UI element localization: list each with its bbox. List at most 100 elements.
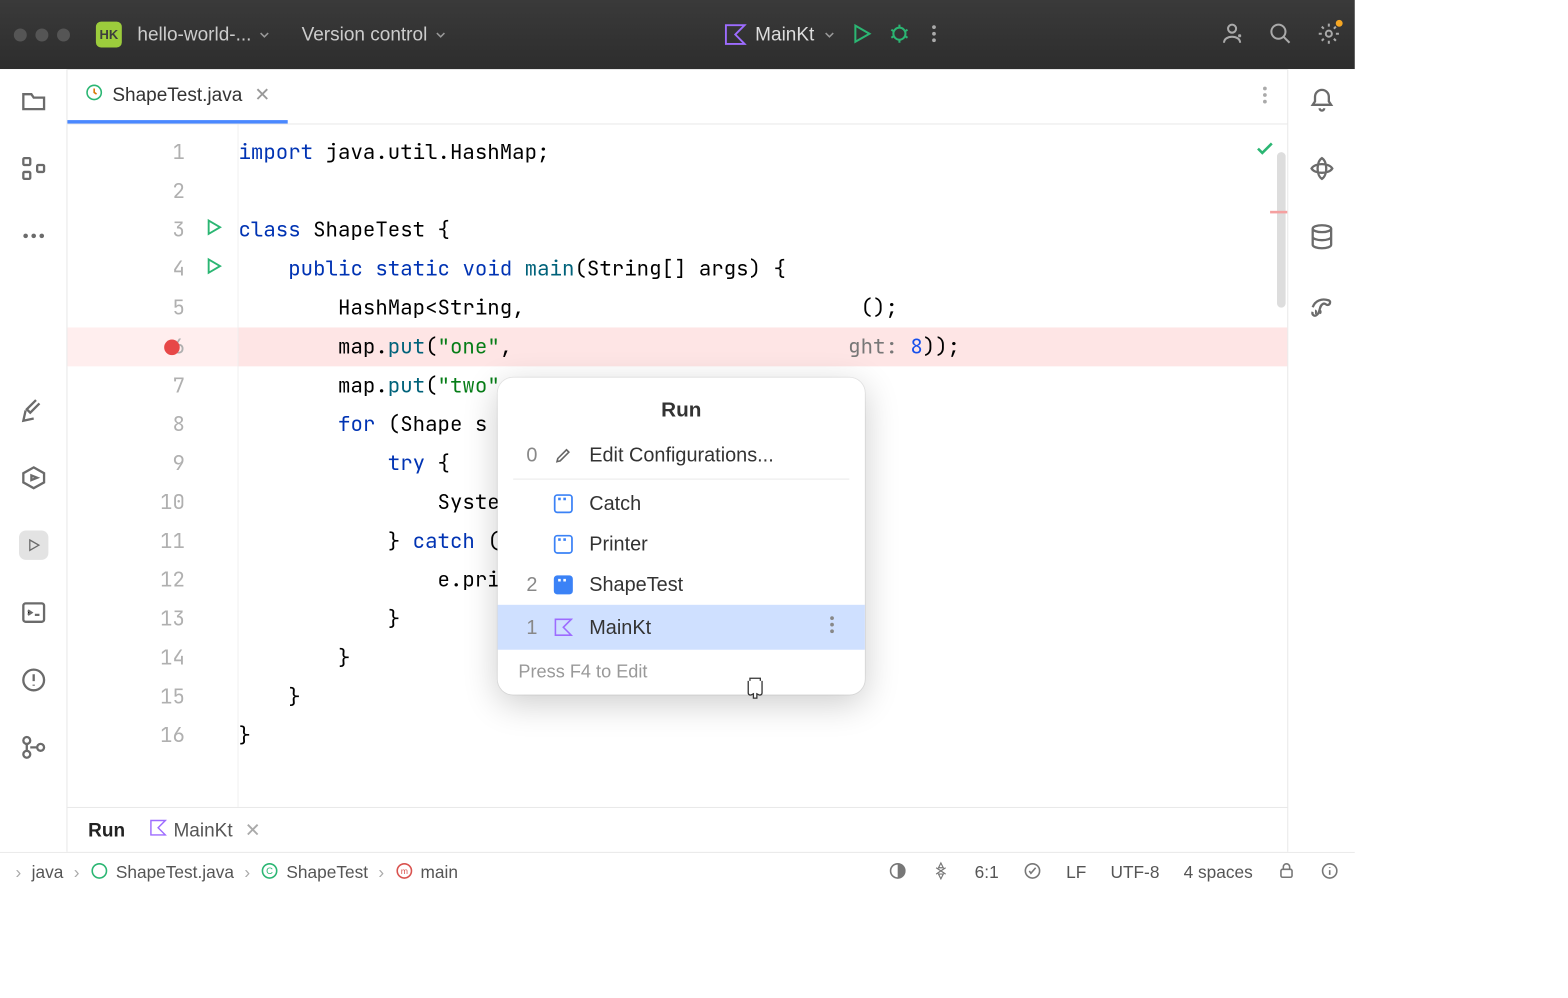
test-file-icon: [90, 861, 109, 885]
code-token: ght:: [848, 334, 910, 361]
debug-button[interactable]: [887, 21, 911, 48]
code-token: }: [288, 683, 300, 710]
code-token: HashMap<String,: [338, 295, 525, 322]
run-config-label: MainKt: [755, 23, 814, 45]
services-tool-icon[interactable]: [19, 463, 48, 492]
code-token: (String[] args) {: [574, 256, 786, 283]
code-token: }: [238, 722, 250, 749]
ai-assistant-icon[interactable]: [1308, 155, 1336, 185]
line-number: 3: [172, 211, 184, 250]
chevron-right-icon: ›: [74, 863, 80, 883]
code-token: (: [425, 334, 437, 361]
breadcrumb-item[interactable]: ShapeTest.java: [90, 861, 234, 885]
kotlin-icon: [149, 819, 166, 841]
project-tool-icon[interactable]: [19, 86, 48, 115]
settings-icon[interactable]: [1317, 21, 1341, 48]
theme-icon[interactable]: [888, 861, 907, 885]
run-config-dropdown[interactable]: MainKt: [724, 23, 835, 45]
popup-item-edit-configs[interactable]: 0 Edit Configurations...: [498, 435, 865, 476]
application-icon: [554, 534, 573, 553]
chevron-down-icon: [823, 23, 835, 45]
caret-position[interactable]: 6:1: [975, 863, 999, 883]
crumb-label: main: [420, 863, 457, 883]
indent-setting[interactable]: 4 spaces: [1184, 863, 1253, 883]
line-number: 11: [160, 522, 185, 561]
maximize-window-icon[interactable]: [57, 28, 70, 41]
popup-item-mainkt[interactable]: 1 MainKt: [498, 605, 865, 650]
code-token: catch: [413, 528, 475, 555]
popup-item-shapetest[interactable]: 2 ShapeTest: [498, 564, 865, 605]
indexing-icon[interactable]: [931, 861, 950, 885]
gradle-icon[interactable]: [1308, 291, 1336, 321]
code-with-me-icon[interactable]: [1220, 21, 1244, 48]
code-token: ();: [861, 295, 898, 322]
tab-options-icon[interactable]: [1256, 84, 1273, 109]
popup-item-label: Printer: [589, 532, 648, 555]
minimize-window-icon[interactable]: [35, 28, 48, 41]
terminal-tool-icon[interactable]: [19, 598, 48, 627]
line-number: 15: [160, 677, 185, 716]
crumb-label: ShapeTest.java: [116, 863, 234, 883]
popup-item-label: MainKt: [589, 616, 651, 639]
info-icon[interactable]: [1320, 861, 1339, 885]
code-token: }: [388, 606, 400, 633]
popup-item-catch[interactable]: Catch: [498, 483, 865, 524]
build-tool-icon[interactable]: [19, 396, 48, 425]
run-tool-icon[interactable]: [19, 530, 48, 559]
breadcrumb-item[interactable]: m main: [395, 861, 458, 885]
line-number: 6: [172, 327, 184, 366]
breadcrumb-item[interactable]: java: [32, 863, 64, 883]
project-badge-icon: HK: [96, 22, 122, 48]
more-tools-icon[interactable]: [19, 221, 48, 250]
close-icon[interactable]: ✕: [245, 819, 261, 841]
close-window-icon[interactable]: [14, 28, 27, 41]
scrollbar[interactable]: [1277, 152, 1286, 308]
code-token: ,: [500, 334, 512, 361]
run-tool-label[interactable]: Run: [88, 819, 125, 841]
run-tool-window-tab-bar: Run MainKt ✕: [67, 807, 1287, 852]
run-gutter-icon[interactable]: [204, 211, 223, 250]
more-actions-icon[interactable]: [925, 22, 942, 47]
popup-item-printer[interactable]: Printer: [498, 524, 865, 565]
file-encoding[interactable]: UTF-8: [1110, 863, 1159, 883]
window-controls[interactable]: [14, 28, 70, 41]
structure-tool-icon[interactable]: [19, 154, 48, 183]
inspection-ok-icon[interactable]: [1255, 138, 1276, 166]
code-token: try: [388, 450, 425, 477]
line-number: 2: [172, 172, 184, 211]
close-tab-icon[interactable]: ✕: [254, 83, 270, 105]
svg-text:C: C: [267, 866, 274, 877]
notifications-icon[interactable]: [1308, 86, 1336, 116]
line-separator[interactable]: LF: [1066, 863, 1086, 883]
code-token: ShapeTest {: [301, 217, 450, 244]
gutter: 1 2 3 4 5 6 7 8 9 10 11 12 13 14 15 16: [67, 124, 238, 807]
chevron-right-icon: ›: [378, 863, 384, 883]
project-dropdown[interactable]: hello-world-...: [137, 23, 270, 45]
code-token: map.: [338, 372, 388, 399]
popup-footer: Press F4 to Edit: [498, 650, 865, 695]
vcs-tool-icon[interactable]: [19, 733, 48, 762]
vcs-label: Version control: [302, 23, 428, 45]
line-number: 16: [160, 716, 185, 755]
code-token: "one": [438, 334, 500, 361]
problems-tool-icon[interactable]: [19, 665, 48, 694]
cursor-icon: [740, 676, 768, 706]
readonly-lock-icon[interactable]: [1277, 861, 1296, 885]
run-gutter-icon[interactable]: [204, 250, 223, 289]
chevron-right-icon: ›: [244, 863, 250, 883]
tab-shapetest[interactable]: ShapeTest.java ✕: [67, 69, 287, 123]
code-token: for: [338, 411, 375, 438]
breadcrumb-item[interactable]: CShapeTest: [260, 861, 368, 885]
line-number: 4: [172, 250, 184, 289]
heap-icon[interactable]: [1023, 861, 1042, 885]
database-icon[interactable]: [1308, 223, 1336, 253]
run-tab-mainkt[interactable]: MainKt ✕: [149, 819, 260, 841]
error-stripe-icon[interactable]: [1270, 211, 1287, 214]
search-icon[interactable]: [1268, 21, 1292, 48]
vcs-dropdown[interactable]: Version control: [302, 23, 447, 45]
run-button[interactable]: [849, 21, 873, 48]
svg-text:m: m: [400, 866, 407, 876]
editor-tabs: ShapeTest.java ✕: [67, 69, 1287, 124]
item-more-icon[interactable]: [823, 613, 844, 641]
popup-item-label: Catch: [589, 492, 641, 515]
